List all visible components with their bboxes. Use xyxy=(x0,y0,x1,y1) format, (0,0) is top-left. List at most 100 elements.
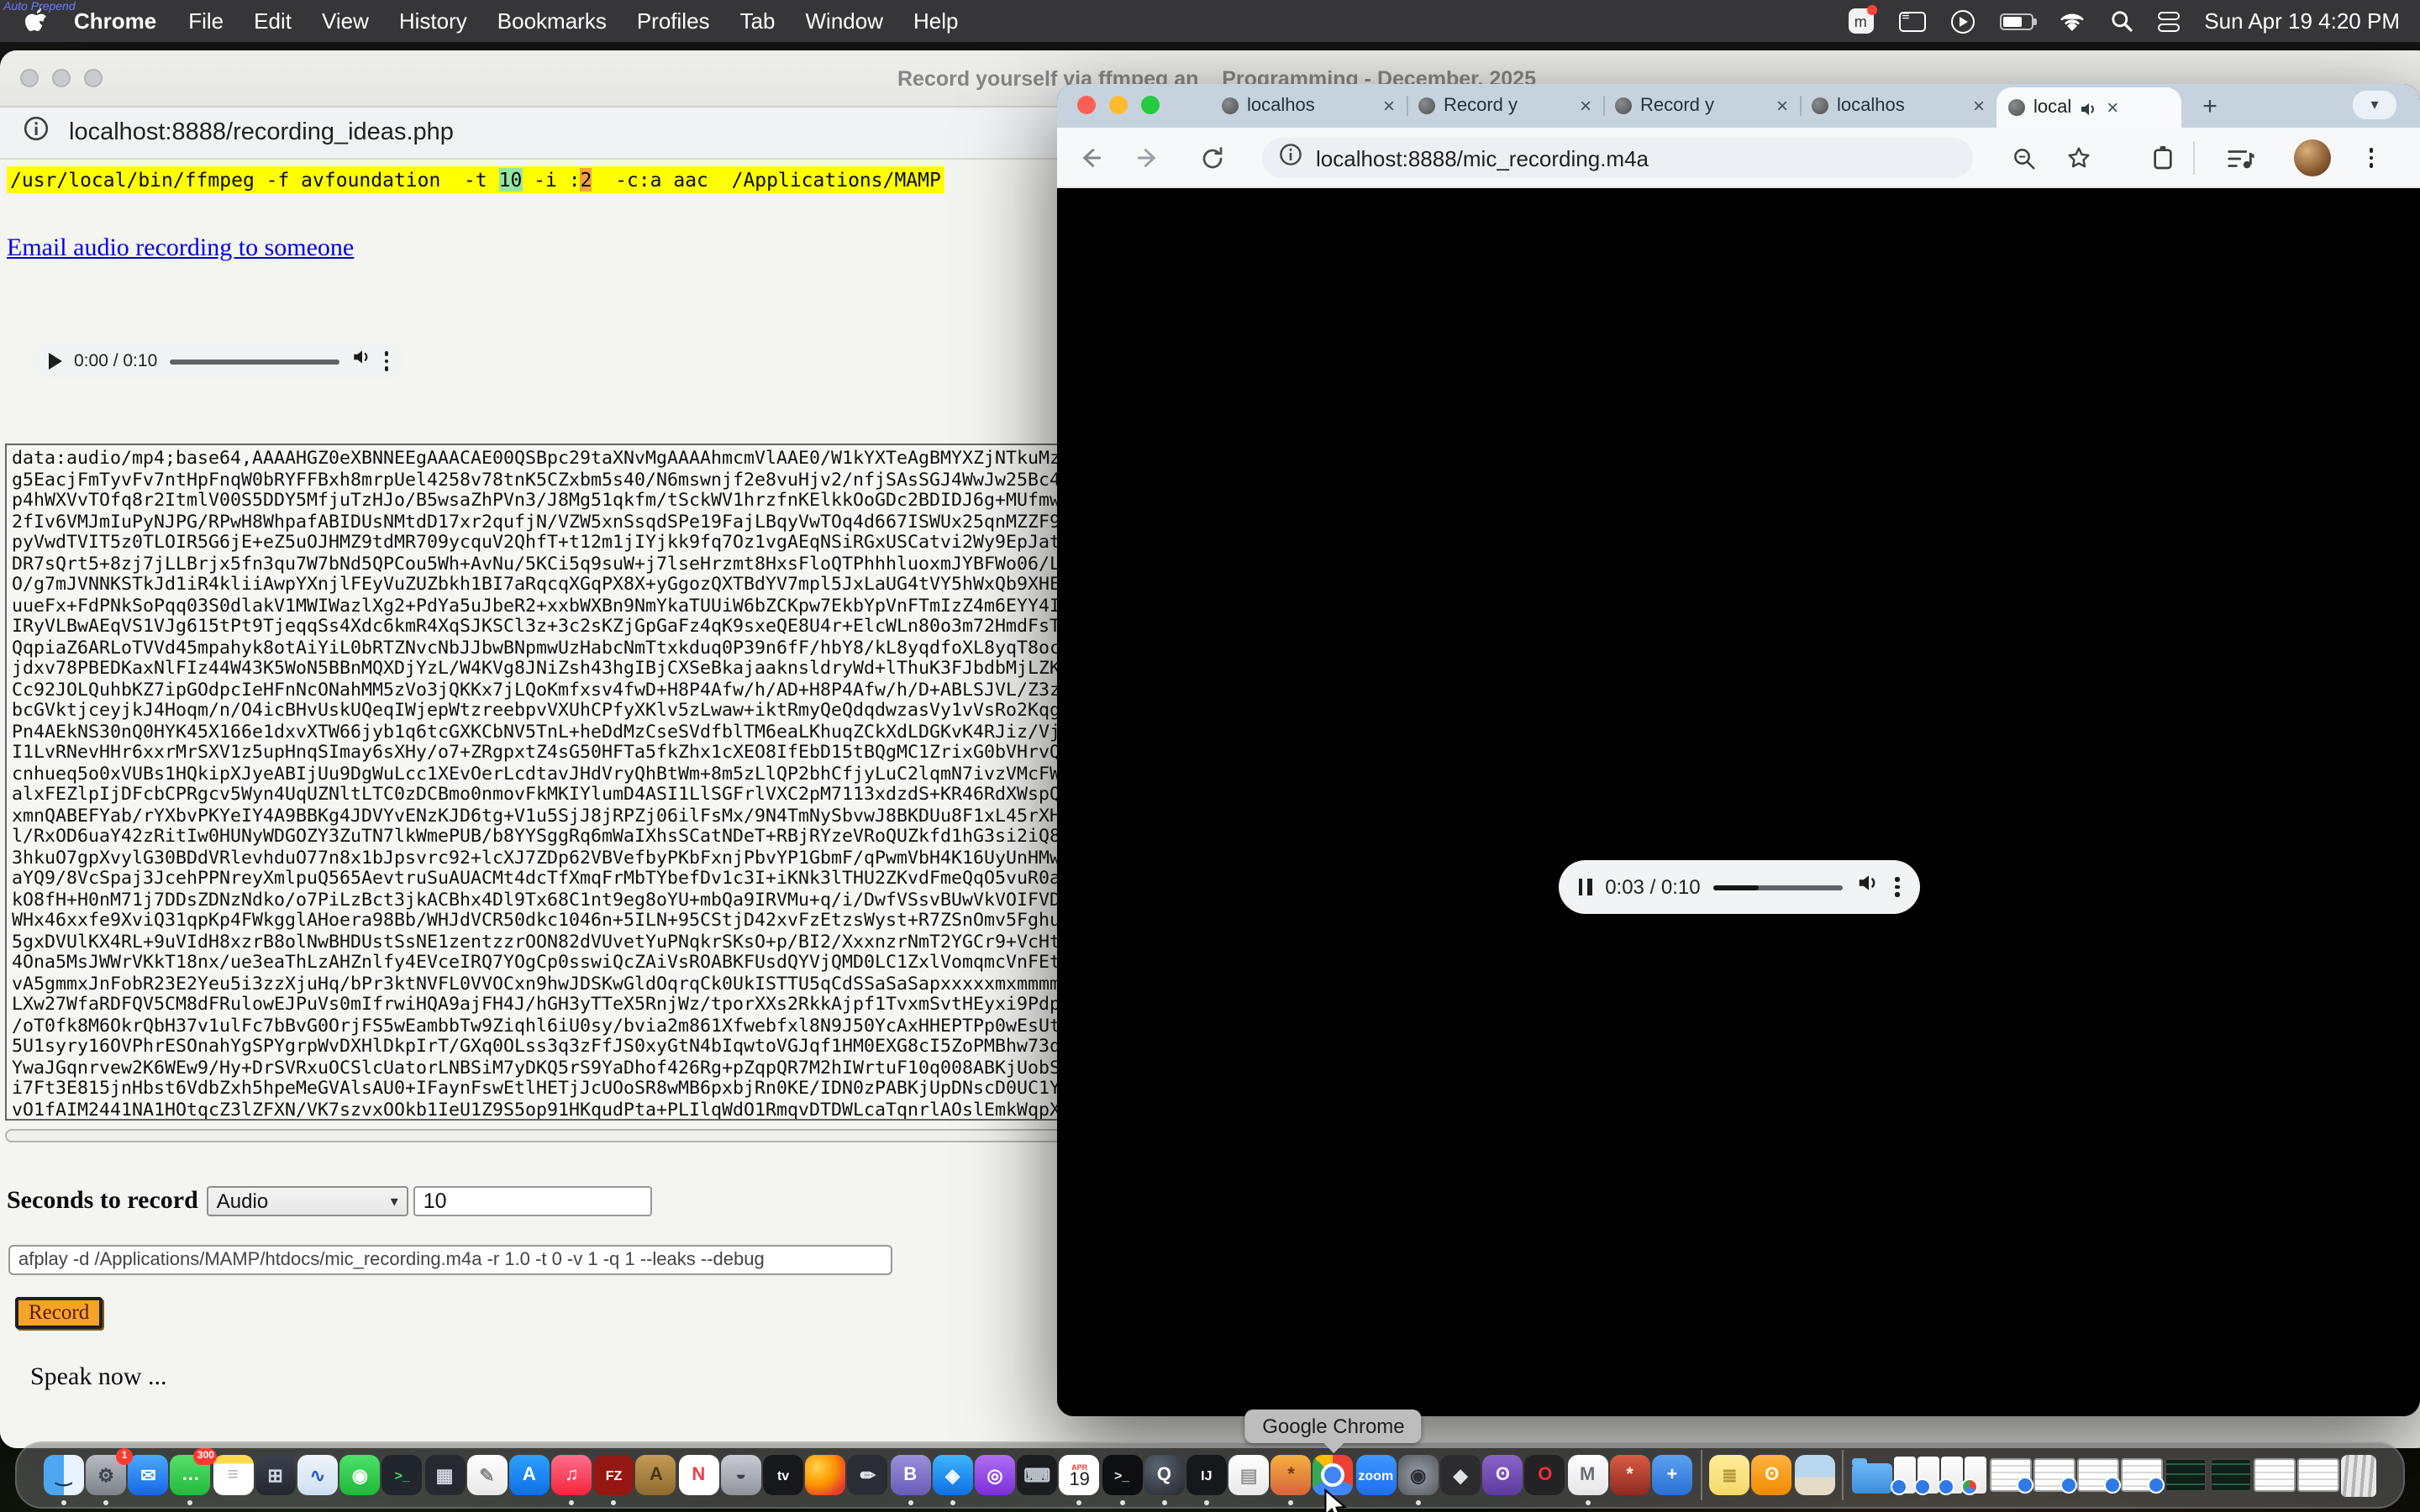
tab-close-icon[interactable]: × xyxy=(2107,97,2118,118)
play-icon[interactable] xyxy=(49,353,62,370)
dock-item-zoom[interactable]: zoom xyxy=(1355,1455,1396,1495)
reload-icon[interactable] xyxy=(1195,141,1228,175)
playback-menu-icon[interactable] xyxy=(1950,9,1974,33)
dock-item-minimized-doc-chrome[interactable] xyxy=(1965,1457,1987,1494)
close-button[interactable] xyxy=(20,69,39,87)
dock-item-filezilla[interactable]: FZ xyxy=(594,1455,634,1495)
tab-close-icon[interactable]: × xyxy=(1776,96,1788,116)
menu-file[interactable]: File xyxy=(173,8,239,34)
dock-item-trash[interactable] xyxy=(2341,1454,2376,1496)
more-options-icon[interactable] xyxy=(384,352,388,370)
tab-search-button[interactable]: ▾ xyxy=(2353,91,2396,119)
wifi-icon[interactable] xyxy=(2058,11,2085,31)
spotlight-search-icon[interactable] xyxy=(2110,10,2132,32)
dock-item-dev-blue-app[interactable]: + xyxy=(1652,1455,1692,1495)
chrome-menu-icon[interactable] xyxy=(2354,141,2388,175)
dock-item-minimized-window-5[interactable] xyxy=(2254,1458,2296,1492)
back-icon[interactable] xyxy=(1074,141,1107,175)
dock-item-term-notes-app[interactable]: ⌨ xyxy=(1017,1455,1057,1495)
dock-item-minimized-window-2[interactable] xyxy=(2033,1458,2075,1492)
battery-icon[interactable] xyxy=(1999,13,2033,29)
dock-item-mascot-purple-app[interactable]: ʘ xyxy=(1482,1455,1523,1495)
bookmark-star-icon[interactable] xyxy=(2062,141,2096,175)
dock-item-quicktime[interactable]: Q xyxy=(1144,1455,1184,1495)
tab-localhos-3[interactable]: localhos× xyxy=(1800,84,1996,128)
dock-item-launchpad[interactable]: ⊞ xyxy=(255,1455,296,1495)
dock-item-textedit[interactable]: ✎ xyxy=(466,1455,507,1495)
menu-profiles[interactable]: Profiles xyxy=(622,8,725,34)
site-info-icon[interactable] xyxy=(24,116,49,150)
dock-item-downloads-folder[interactable] xyxy=(1851,1457,1891,1494)
volume-icon[interactable] xyxy=(350,346,372,376)
close-button[interactable] xyxy=(1077,96,1096,114)
minimize-button[interactable] xyxy=(52,69,71,87)
more-options-icon[interactable] xyxy=(1895,878,1899,896)
tab-audio-icon[interactable] xyxy=(2078,97,2098,118)
dock-item-minimized-terminal-1[interactable] xyxy=(2165,1458,2207,1492)
base64-output-box[interactable]: data:audio/mp4;base64,AAAAHGZ0eXBNNEEgAA… xyxy=(5,444,1084,1121)
dock-item-bbedit[interactable]: B xyxy=(890,1455,930,1495)
extensions-icon[interactable] xyxy=(2146,141,2180,175)
dock-item-apple-tv[interactable]: tv xyxy=(763,1455,803,1495)
menu-bookmarks[interactable]: Bookmarks xyxy=(482,8,622,34)
keyboard-menu-icon[interactable] xyxy=(1898,11,1925,31)
dock-item-music[interactable]: ♫ xyxy=(551,1455,592,1495)
dock-item-minimized-window-6[interactable] xyxy=(2297,1458,2339,1492)
dock-item-minimized-window-3[interactable] xyxy=(2077,1458,2119,1492)
audio-seek-bar[interactable] xyxy=(169,359,339,364)
dock-item-wave-app[interactable]: ∿ xyxy=(297,1455,338,1495)
dock-item-minimized-doc-3[interactable] xyxy=(1942,1457,1964,1494)
media-controls-icon[interactable] xyxy=(2223,141,2257,175)
forward-icon[interactable] xyxy=(1131,141,1165,175)
dock-item-minimized-window-1[interactable] xyxy=(1989,1458,2031,1492)
dock-item-opera[interactable]: O xyxy=(1525,1455,1565,1495)
dock-item-minimized-window-4[interactable] xyxy=(2121,1458,2163,1492)
zoom-page-icon[interactable] xyxy=(2007,141,2040,175)
menu-help[interactable]: Help xyxy=(898,8,974,34)
dock-item-inkscape[interactable]: ◆ xyxy=(1440,1455,1481,1495)
dock-item-news[interactable]: N xyxy=(678,1455,718,1495)
foreground-browser-window[interactable]: localhos×Record y×Record y×localhos×loca… xyxy=(1057,84,2420,1416)
zoom-button[interactable] xyxy=(1141,96,1160,114)
tab-record-y-2[interactable]: Record y× xyxy=(1603,84,1800,128)
menu-tab[interactable]: Tab xyxy=(725,8,791,34)
menu-view[interactable]: View xyxy=(307,8,384,34)
dock-item-lens-app[interactable]: ◉ xyxy=(1398,1455,1439,1495)
tab-close-icon[interactable]: × xyxy=(1383,96,1395,116)
menu-bar-clock[interactable]: Sun Apr 19 4:20 PM xyxy=(2204,8,2400,34)
audio-player-playing[interactable]: 0:03 / 0:10 xyxy=(1558,860,1919,914)
base64-horizontal-scrollbar[interactable] xyxy=(5,1129,1084,1142)
traffic-lights-inactive[interactable] xyxy=(0,69,116,87)
traffic-lights[interactable] xyxy=(1077,96,1173,114)
record-button[interactable]: Record xyxy=(15,1297,103,1329)
dock-item-firefox[interactable] xyxy=(805,1455,845,1495)
dock-item-app-store[interactable]: A xyxy=(509,1455,550,1495)
dock-item-minimized-doc-2[interactable] xyxy=(1918,1457,1939,1494)
new-tab-button[interactable]: + xyxy=(2193,89,2227,123)
dock-item-code-dark-app[interactable]: >_ xyxy=(382,1455,423,1495)
afplay-command-input[interactable] xyxy=(8,1245,892,1275)
volume-icon[interactable] xyxy=(1856,870,1881,904)
email-recording-link[interactable]: Email audio recording to someone xyxy=(7,235,354,264)
dock-item-finder[interactable]: ‿ xyxy=(44,1455,84,1495)
tab-close-icon[interactable]: × xyxy=(1580,96,1591,116)
dock-item-mascot-app[interactable]: ◒ xyxy=(721,1455,761,1495)
menu-edit[interactable]: Edit xyxy=(239,8,307,34)
dock-item-system-settings[interactable]: ⚙1 xyxy=(86,1455,126,1495)
media-type-select[interactable]: Audio ▾ xyxy=(207,1186,408,1216)
dock-item-mail[interactable]: ✉ xyxy=(128,1455,168,1495)
dock-item-stickies[interactable]: ≣ xyxy=(1709,1455,1749,1495)
dock-item-terminal[interactable]: >_ xyxy=(1102,1455,1142,1495)
audio-player-idle[interactable]: 0:00 / 0:10 xyxy=(34,343,403,380)
dock-item-office-doc-app[interactable]: ▤ xyxy=(1228,1455,1269,1495)
menu-window[interactable]: Window xyxy=(791,8,899,34)
minimize-button[interactable] xyxy=(1109,96,1128,114)
tab-local-4[interactable]: local× xyxy=(1996,87,2181,128)
menubar-app-icon[interactable]: m xyxy=(1848,8,1873,34)
pause-icon[interactable] xyxy=(1578,879,1591,895)
tab-localhos-0[interactable]: localhos× xyxy=(1210,84,1407,128)
address-bar-url[interactable]: localhost:8888/mic_recording.m4a xyxy=(1316,145,1649,171)
dock-item-compass-red-app[interactable]: * xyxy=(1610,1455,1650,1495)
dock-item-iphone-mirroring[interactable]: ▦ xyxy=(424,1455,465,1495)
dock-item-design-dark-app[interactable]: ✏ xyxy=(848,1455,888,1495)
